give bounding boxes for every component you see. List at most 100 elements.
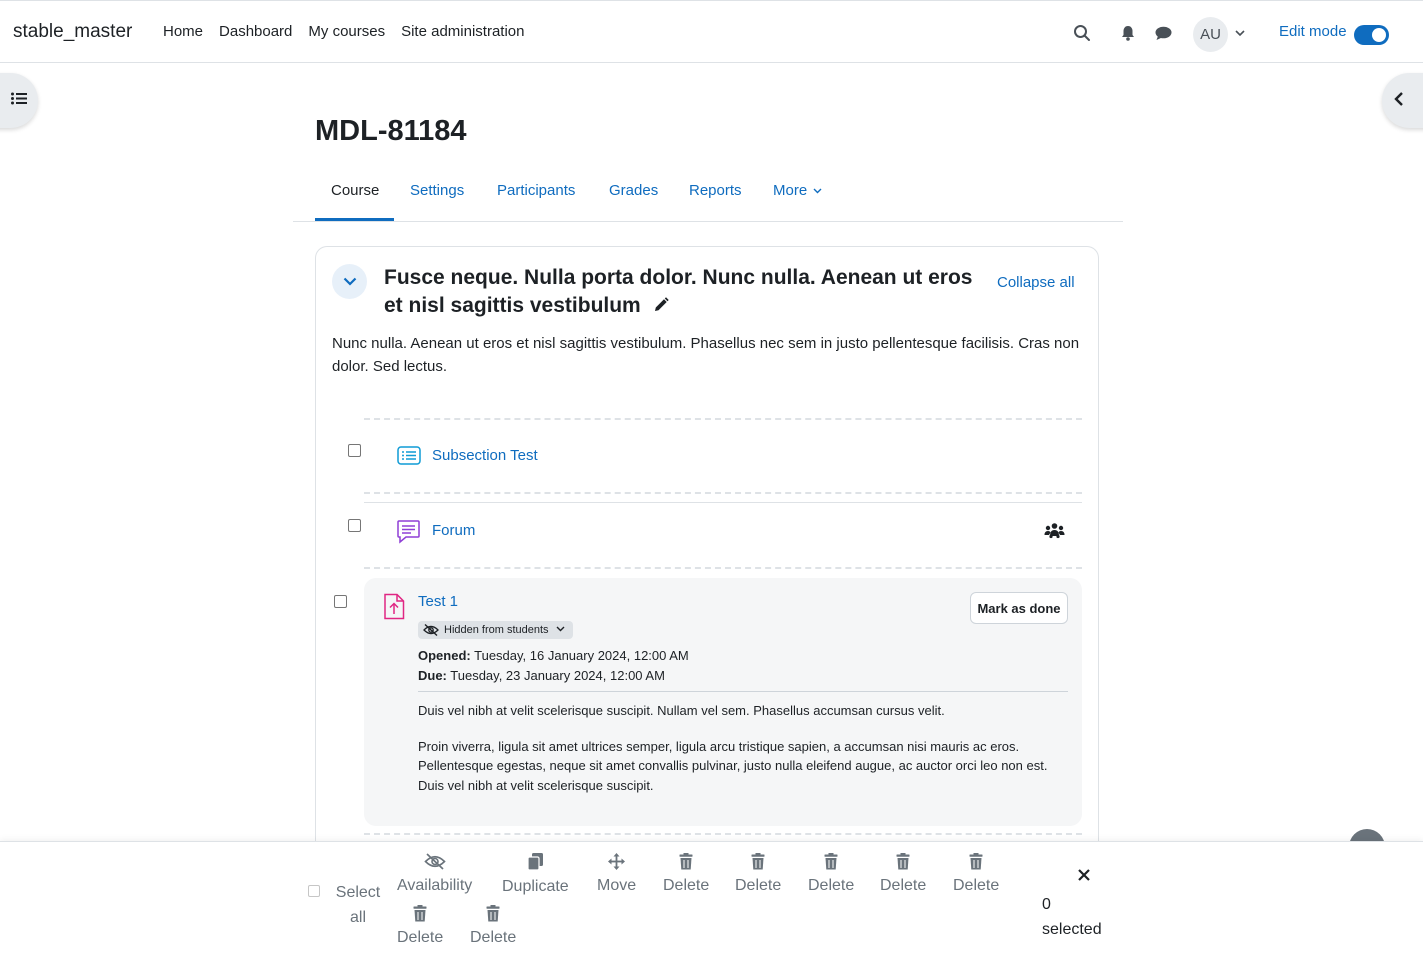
trash-icon [413, 905, 427, 922]
chevron-down-icon [343, 277, 356, 286]
messages-chat-icon[interactable] [1153, 24, 1173, 42]
chevron-down-icon [813, 188, 822, 194]
tab-settings[interactable]: Settings [410, 182, 464, 199]
forum-icon [396, 519, 421, 548]
trash-icon [896, 853, 910, 870]
description-paragraph-2: Proin viverra, ligula sit amet ultrices … [418, 738, 1048, 793]
course-section: Fusce neque. Nulla porta dolor. Nunc nul… [315, 246, 1099, 886]
edit-mode-toggle[interactable] [1354, 25, 1389, 45]
forum-link[interactable]: Forum [432, 522, 475, 539]
subsection-checkbox[interactable] [348, 444, 361, 457]
active-tab-indicator [315, 218, 394, 221]
section-title: Fusce neque. Nulla porta dolor. Nunc nul… [384, 264, 984, 321]
edit-mode-label[interactable]: Edit mode [1279, 23, 1347, 40]
assignment-card: Test 1 Mark as done Hidden from students… [364, 578, 1082, 826]
trash-icon [751, 853, 765, 870]
tab-participants[interactable]: Participants [497, 182, 575, 199]
bulk-delete-button[interactable]: Delete [735, 853, 781, 895]
tab-course[interactable]: Course [331, 182, 379, 199]
course-index-drawer-toggle[interactable] [0, 73, 38, 128]
nav-site-administration[interactable]: Site administration [401, 23, 524, 40]
toggle-knob [1372, 28, 1386, 42]
subsection-link[interactable]: Subsection Test [432, 447, 538, 464]
bulk-duplicate-button[interactable]: Duplicate [502, 852, 569, 896]
forum-checkbox[interactable] [348, 519, 361, 532]
bulk-delete-label: Delete [470, 929, 517, 946]
tab-more-label: More [773, 182, 808, 199]
bulk-edit-toolbar: Select all Availability Duplicate Move D… [0, 841, 1423, 963]
opened-date-row: Opened: Tuesday, 16 January 2024, 12:00 … [418, 646, 689, 666]
bulk-delete-button[interactable]: Delete [953, 853, 999, 895]
bulk-delete-label: Delete [808, 877, 855, 894]
bulk-delete-button[interactable]: Delete [808, 853, 854, 895]
eye-slash-icon [423, 624, 439, 636]
edit-pencil-icon[interactable] [653, 293, 669, 321]
divider [418, 691, 1068, 692]
mark-as-done-button[interactable]: Mark as done [970, 592, 1068, 624]
bulk-delete-button[interactable]: Delete [397, 905, 443, 947]
collapse-all-link[interactable]: Collapse all [997, 274, 1075, 291]
bulk-delete-label: Delete [953, 877, 1000, 894]
bulk-move-button[interactable]: Move [597, 853, 636, 895]
bulk-move-label: Move [597, 877, 637, 894]
tab-more[interactable]: More [773, 182, 822, 199]
description-paragraph-1: Duis vel nibh at velit scelerisque susci… [418, 703, 945, 718]
bulk-delete-button[interactable]: Delete [880, 853, 926, 895]
top-navbar: stable_master Home Dashboard My courses … [0, 0, 1423, 63]
section-collapse-button[interactable] [332, 264, 367, 299]
divider [364, 567, 1082, 569]
bulk-availability-label: Availability [397, 877, 473, 894]
assignment-upload-icon [383, 593, 405, 624]
selected-count-number: 0 [1042, 896, 1051, 913]
bulk-delete-label: Delete [397, 929, 444, 946]
assignment-checkbox[interactable] [334, 595, 347, 608]
site-brand[interactable]: stable_master [13, 21, 132, 43]
chevron-left-icon [1394, 91, 1404, 110]
search-icon[interactable] [1072, 23, 1092, 43]
trash-icon [969, 853, 983, 870]
eye-slash-icon [424, 853, 446, 870]
assignment-description: Duis vel nibh at velit scelerisque susci… [418, 701, 1068, 811]
notifications-bell-icon[interactable] [1119, 24, 1137, 42]
bulk-delete-label: Delete [735, 877, 782, 894]
assignment-dates: Opened: Tuesday, 16 January 2024, 12:00 … [418, 646, 689, 686]
nav-home[interactable]: Home [163, 23, 203, 40]
select-all-checkbox[interactable] [308, 885, 320, 897]
group-mode-icon[interactable] [1044, 522, 1065, 543]
assignment-link[interactable]: Test 1 [418, 593, 458, 610]
trash-icon [824, 853, 838, 870]
trash-icon [679, 853, 693, 870]
trash-icon [486, 905, 500, 922]
opened-value: Tuesday, 16 January 2024, 12:00 AM [474, 648, 689, 663]
chevron-down-icon [556, 626, 565, 632]
tab-reports[interactable]: Reports [689, 182, 742, 199]
close-bulk-edit-icon[interactable] [1078, 868, 1090, 885]
visibility-badge[interactable]: Hidden from students [418, 621, 573, 639]
user-avatar[interactable]: AU [1193, 17, 1228, 52]
due-date-row: Due: Tuesday, 23 January 2024, 12:00 AM [418, 666, 689, 686]
secondary-navigation: Course Settings Participants Grades Repo… [293, 170, 1123, 222]
opened-label: Opened: [418, 648, 471, 663]
tab-grades[interactable]: Grades [609, 182, 658, 199]
bulk-delete-label: Delete [663, 877, 710, 894]
due-label: Due: [418, 668, 447, 683]
bulk-delete-button[interactable]: Delete [663, 853, 709, 895]
divider [364, 502, 1082, 503]
block-drawer-toggle[interactable] [1382, 73, 1423, 128]
primary-navigation: Home Dashboard My courses Site administr… [163, 23, 541, 40]
visibility-label: Hidden from students [444, 624, 549, 636]
divider [364, 418, 1082, 420]
bulk-duplicate-label: Duplicate [502, 878, 569, 895]
move-arrows-icon [608, 853, 626, 870]
selected-count: 0 selected [1042, 892, 1122, 942]
nav-dashboard[interactable]: Dashboard [219, 23, 292, 40]
nav-my-courses[interactable]: My courses [308, 23, 385, 40]
bulk-availability-button[interactable]: Availability [397, 853, 472, 895]
list-icon [11, 92, 27, 109]
divider [364, 833, 1082, 835]
section-title-text: Fusce neque. Nulla porta dolor. Nunc nul… [384, 266, 973, 317]
chevron-down-icon[interactable] [1234, 27, 1246, 39]
bulk-delete-button[interactable]: Delete [470, 905, 516, 947]
selected-count-label: selected [1042, 921, 1102, 938]
divider [364, 492, 1082, 494]
